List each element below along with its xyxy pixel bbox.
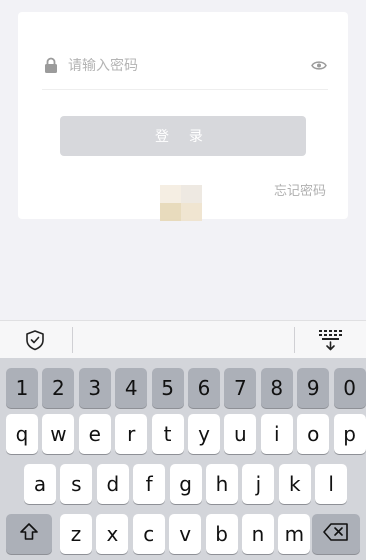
key-6[interactable]: 6 — [188, 368, 220, 408]
login-button[interactable]: 登 录 — [60, 116, 306, 156]
key-2[interactable]: 2 — [42, 368, 75, 408]
loading-placeholder — [160, 185, 202, 221]
keyboard-toolbar — [0, 320, 366, 358]
key-u[interactable]: u — [224, 414, 257, 454]
eye-icon[interactable] — [310, 59, 328, 73]
key-v[interactable]: v — [169, 514, 202, 554]
key-7[interactable]: 7 — [224, 368, 257, 408]
keyboard-collapse-icon[interactable] — [318, 329, 344, 351]
key-3[interactable]: 3 — [78, 368, 111, 408]
keyboard: 1234567890 qwertyuiop asdfghjkl zxcvbnm — [0, 358, 366, 560]
key-x[interactable]: x — [96, 514, 129, 554]
key-f[interactable]: f — [133, 464, 166, 504]
key-d[interactable]: d — [96, 464, 129, 504]
key-o[interactable]: o — [297, 414, 330, 454]
key-b[interactable]: b — [205, 514, 238, 554]
key-k[interactable]: k — [278, 464, 311, 504]
key-m[interactable]: m — [278, 514, 311, 554]
shift-key[interactable] — [6, 514, 52, 554]
toolbar-divider — [72, 327, 73, 353]
key-9[interactable]: 9 — [297, 368, 330, 408]
key-0[interactable]: 0 — [333, 368, 366, 408]
toolbar-divider — [294, 327, 295, 353]
key-y[interactable]: y — [188, 414, 220, 454]
key-s[interactable]: s — [60, 464, 93, 504]
key-j[interactable]: j — [242, 464, 275, 504]
key-1[interactable]: 1 — [6, 368, 38, 408]
key-c[interactable]: c — [132, 514, 165, 554]
lock-icon — [42, 56, 60, 76]
key-4[interactable]: 4 — [115, 368, 148, 408]
key-q[interactable]: q — [6, 414, 38, 454]
backspace-key[interactable] — [312, 514, 360, 554]
key-a[interactable]: a — [24, 464, 56, 504]
password-row — [42, 42, 328, 90]
key-n[interactable]: n — [242, 514, 274, 554]
key-5[interactable]: 5 — [151, 368, 184, 408]
key-h[interactable]: h — [206, 464, 238, 504]
shift-icon — [19, 522, 39, 547]
key-z[interactable]: z — [60, 514, 92, 554]
key-l[interactable]: l — [315, 464, 348, 504]
key-g[interactable]: g — [169, 464, 202, 504]
key-t[interactable]: t — [151, 414, 184, 454]
key-w[interactable]: w — [42, 414, 75, 454]
forgot-password-link[interactable]: 忘记密码 — [274, 180, 326, 199]
password-input[interactable] — [68, 57, 310, 74]
backspace-icon — [323, 522, 349, 546]
shield-icon[interactable] — [24, 329, 46, 351]
key-8[interactable]: 8 — [260, 368, 293, 408]
key-p[interactable]: p — [333, 414, 366, 454]
key-e[interactable]: e — [78, 414, 111, 454]
key-i[interactable]: i — [260, 414, 293, 454]
key-r[interactable]: r — [115, 414, 148, 454]
